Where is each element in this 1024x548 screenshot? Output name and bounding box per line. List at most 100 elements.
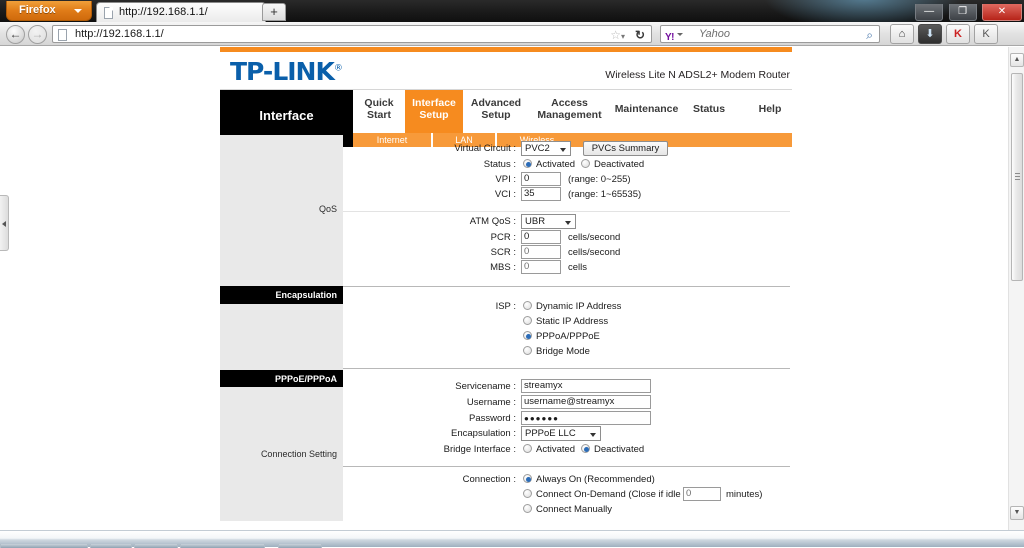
radio-static-ip[interactable] bbox=[523, 316, 532, 325]
settings-content: Virtual Circuit : PVC2 PVCs Summary Stat… bbox=[343, 133, 792, 521]
tab-interface-setup[interactable]: Interface Setup bbox=[405, 90, 463, 133]
scroll-down-icon[interactable]: ▼ bbox=[1010, 506, 1024, 520]
yahoo-logo-icon[interactable]: Y! bbox=[665, 29, 674, 46]
page-icon bbox=[104, 7, 113, 19]
vpi-input[interactable]: 0 bbox=[521, 172, 561, 186]
label-scr: SCR : bbox=[398, 247, 516, 258]
label-always-on: Always On (Recommended) bbox=[536, 474, 655, 485]
search-icon[interactable]: ⌕ bbox=[866, 27, 873, 44]
mbs-input[interactable]: 0 bbox=[521, 260, 561, 274]
address-bar[interactable]: http://192.168.1.1/ ☆▾ ↻ bbox=[52, 25, 652, 43]
taskbar-start-button[interactable] bbox=[0, 544, 88, 548]
label-bridge-deactivated: Deactivated bbox=[594, 444, 644, 455]
unit-scr: cells/second bbox=[568, 247, 620, 258]
virtual-circuit-select[interactable]: PVC2 bbox=[521, 141, 571, 156]
username-input[interactable]: username@streamyx bbox=[521, 395, 651, 409]
brand-header: TP-LINK® Wireless Lite N ADSL2+ Modem Ro… bbox=[220, 52, 792, 90]
extension-icon[interactable]: K bbox=[974, 24, 998, 44]
radio-status-activated[interactable] bbox=[523, 159, 532, 168]
new-tab-button[interactable]: + bbox=[262, 3, 286, 21]
label-virtual-circuit: Virtual Circuit : bbox=[398, 143, 516, 154]
tab-access-management[interactable]: Access Management bbox=[529, 90, 610, 133]
close-button[interactable]: ✕ bbox=[982, 4, 1022, 21]
tab-advanced-setup[interactable]: Advanced Setup bbox=[463, 90, 529, 133]
scrollbar-thumb[interactable] bbox=[1011, 73, 1023, 281]
window-controls: — ❐ ✕ bbox=[914, 1, 1022, 18]
divider-connection bbox=[343, 466, 790, 467]
radio-pppoa-pppoe[interactable] bbox=[523, 331, 532, 340]
label-username: Username : bbox=[383, 397, 516, 408]
divider-qos bbox=[343, 211, 790, 212]
sidebar-label-qos: QoS bbox=[319, 204, 337, 214]
radio-connect-manually[interactable] bbox=[523, 504, 532, 513]
sidebar-section-pppoe: PPPoE/PPPoA bbox=[220, 370, 343, 387]
sidebar-section-qos: QoS bbox=[220, 135, 343, 286]
tab-quick-start[interactable]: Quick Start bbox=[353, 90, 405, 133]
radio-always-on[interactable] bbox=[523, 474, 532, 483]
idle-timeout-input[interactable]: 0 bbox=[683, 487, 721, 501]
servicename-input[interactable]: streamyx bbox=[521, 379, 651, 393]
label-encapsulation: Encapsulation : bbox=[383, 428, 516, 439]
password-input[interactable]: ●●●●●● bbox=[521, 411, 651, 425]
label-static-ip: Static IP Address bbox=[536, 316, 608, 327]
radio-bridge-mode[interactable] bbox=[523, 346, 532, 355]
vertical-scrollbar[interactable]: ▲ ▼ bbox=[1008, 47, 1024, 530]
tplink-logo: TP-LINK® bbox=[230, 57, 342, 86]
sidebar-toggle-handle[interactable] bbox=[0, 195, 9, 251]
label-connect-manually: Connect Manually bbox=[536, 504, 612, 515]
label-mbs: MBS : bbox=[398, 262, 516, 273]
product-tagline: Wireless Lite N ADSL2+ Modem Router bbox=[605, 69, 790, 81]
label-bridge-mode: Bridge Mode bbox=[536, 346, 590, 357]
kaspersky-icon[interactable]: K bbox=[946, 24, 970, 44]
site-favicon bbox=[58, 29, 67, 41]
search-placeholder-text: Yahoo bbox=[699, 28, 730, 40]
maximize-button[interactable]: ❐ bbox=[949, 4, 977, 21]
firefox-menu-button[interactable]: Firefox bbox=[6, 1, 92, 21]
nav-tab-list: Quick Start Interface Setup Advanced Set… bbox=[353, 90, 792, 133]
firefox-menu-label: Firefox bbox=[19, 4, 56, 16]
encapsulation-select[interactable]: PPPoE LLC bbox=[521, 426, 601, 441]
browser-tab[interactable]: http://192.168.1.1/ bbox=[96, 2, 266, 22]
search-input[interactable]: Y! Yahoo ⌕ bbox=[660, 25, 880, 43]
pvcs-summary-button[interactable]: PVCs Summary bbox=[583, 141, 668, 156]
label-vci: VCI : bbox=[398, 189, 516, 200]
hint-vpi-range: (range: 0~255) bbox=[568, 174, 631, 185]
tab-maintenance[interactable]: Maintenance bbox=[610, 90, 683, 133]
back-button[interactable]: ← bbox=[6, 25, 25, 44]
downloads-icon[interactable]: ⬇ bbox=[918, 24, 942, 44]
label-pppoa-pppoe: PPPoA/PPPoE bbox=[536, 331, 600, 342]
label-status: Status : bbox=[398, 159, 516, 170]
browser-titlebar: Firefox http://192.168.1.1/ + — ❐ ✕ bbox=[0, 0, 1024, 22]
address-bar-value: http://192.168.1.1/ bbox=[75, 28, 164, 40]
home-icon[interactable]: ⌂ bbox=[890, 24, 914, 44]
atm-qos-select[interactable]: UBR bbox=[521, 214, 576, 229]
minimize-button[interactable]: — bbox=[915, 4, 943, 21]
radio-bridge-deactivated[interactable] bbox=[581, 444, 590, 453]
taskbar-item[interactable] bbox=[134, 544, 178, 548]
label-password: Password : bbox=[383, 413, 516, 424]
taskbar-item[interactable] bbox=[278, 544, 322, 548]
taskbar-item[interactable] bbox=[90, 544, 132, 548]
vci-input[interactable]: 35 bbox=[521, 187, 561, 201]
radio-status-deactivated[interactable] bbox=[581, 159, 590, 168]
radio-dynamic-ip[interactable] bbox=[523, 301, 532, 310]
radio-connect-on-demand[interactable] bbox=[523, 489, 532, 498]
label-atm-qos: ATM QoS : bbox=[398, 216, 516, 227]
scroll-up-icon[interactable]: ▲ bbox=[1010, 53, 1024, 67]
sidebar-label-connection-setting: Connection Setting bbox=[261, 449, 337, 459]
pcr-input[interactable]: 0 bbox=[521, 230, 561, 244]
tab-help[interactable]: Help bbox=[748, 90, 792, 133]
reload-icon[interactable]: ↻ bbox=[635, 27, 645, 44]
label-vpi: VPI : bbox=[398, 174, 516, 185]
taskbar-item[interactable] bbox=[180, 544, 265, 548]
scr-input[interactable]: 0 bbox=[521, 245, 561, 259]
radio-bridge-activated[interactable] bbox=[523, 444, 532, 453]
sidebar-label-encapsulation: Encapsulation bbox=[275, 290, 337, 300]
settings-body: QoS Encapsulation PPPoE/PPPoA Connection… bbox=[220, 133, 792, 523]
label-pcr: PCR : bbox=[398, 232, 516, 243]
section-sidebar: QoS Encapsulation PPPoE/PPPoA Connection… bbox=[220, 133, 343, 521]
tab-status[interactable]: Status bbox=[683, 90, 735, 133]
bookmark-star-icon[interactable]: ☆▾ bbox=[610, 27, 625, 45]
forward-button[interactable]: → bbox=[28, 25, 47, 44]
label-servicename: Servicename : bbox=[383, 381, 516, 392]
